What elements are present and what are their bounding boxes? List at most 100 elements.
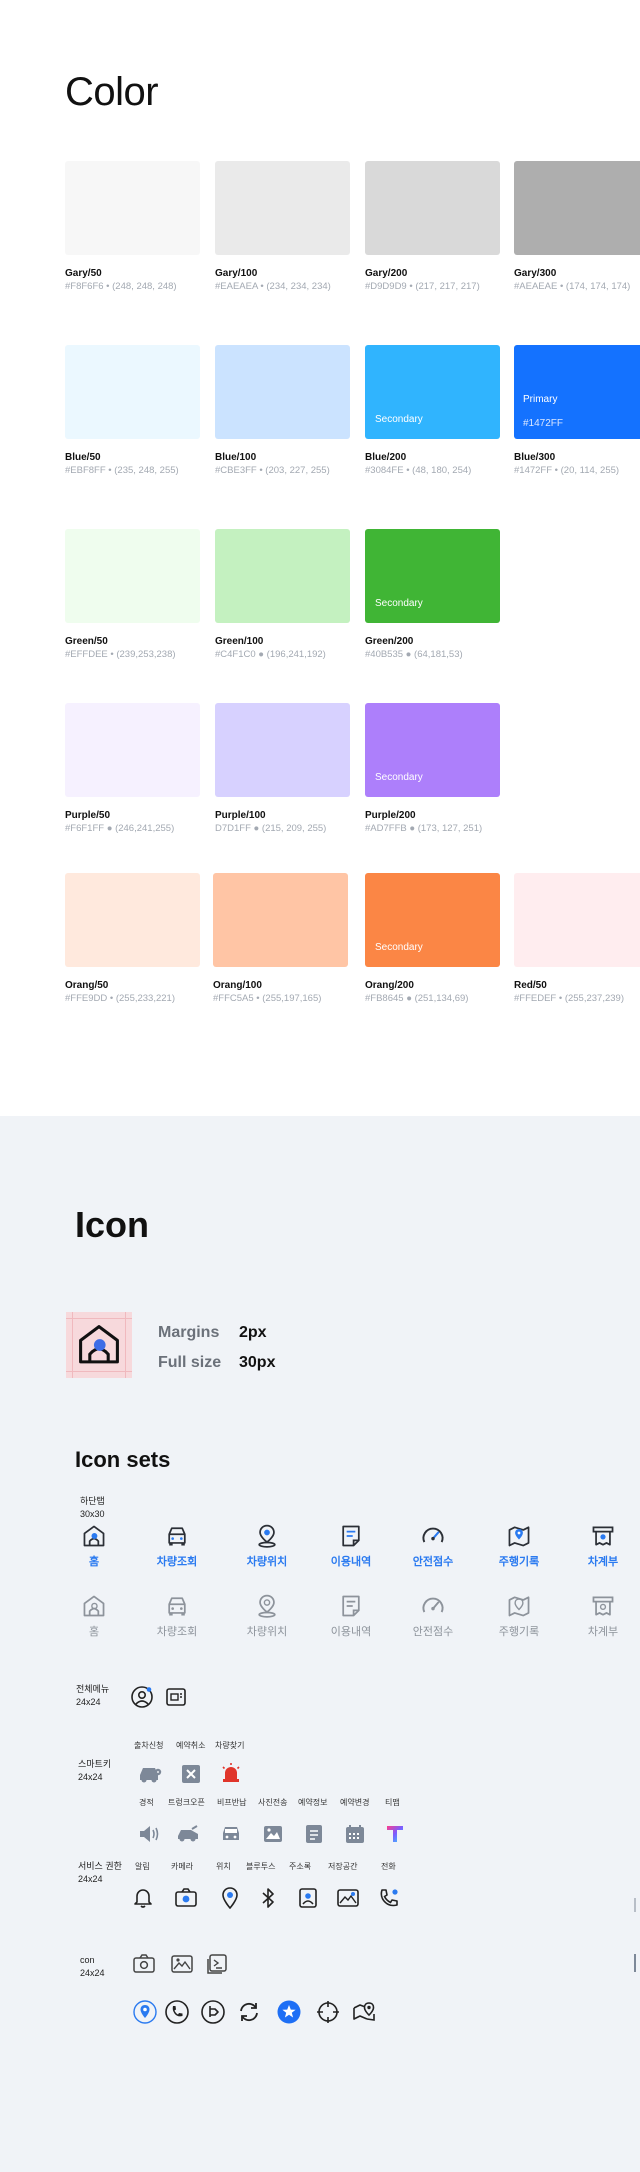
smart-key-label-cancel: 예약취소 <box>176 1741 206 1750</box>
swatch-box <box>65 529 200 623</box>
swatch-box <box>65 873 200 967</box>
swatch-inner-label: Secondary <box>375 942 423 953</box>
swatch-meta: #F6F1FF ● (246,241,255) <box>65 823 175 834</box>
service-label-camera: 카메라 <box>171 1862 194 1871</box>
swatch-box: Primary #1472FF <box>514 345 640 439</box>
swatch-box <box>365 161 500 255</box>
swatch-name: Purple/200 <box>365 810 416 821</box>
trunk-open-icon[interactable] <box>175 1822 201 1846</box>
location-icon[interactable] <box>218 1886 242 1910</box>
swatch-name: Orang/50 <box>65 980 109 991</box>
horn-icon[interactable] <box>137 1822 161 1846</box>
license-card-icon[interactable] <box>163 1684 189 1710</box>
fullsize-value: 30px <box>239 1354 276 1371</box>
history-icon <box>342 1525 360 1547</box>
swatch-orang-100: Orang/100 #FFC5A5 • (255,197,165) <box>213 873 348 1004</box>
swatch-box <box>65 345 200 439</box>
tab-safety-score[interactable]: 안전점수 <box>398 1593 468 1639</box>
swatch-meta: #C4F1C0 ● (196,241,192) <box>215 649 326 660</box>
bell-icon[interactable] <box>131 1886 155 1910</box>
camera-icon[interactable] <box>174 1886 198 1910</box>
swatch-box <box>65 161 200 255</box>
car-location-icon <box>258 1594 276 1618</box>
swatch-meta: #AEAEAE • (174, 174, 174) <box>514 281 631 292</box>
phone-icon[interactable] <box>377 1886 401 1910</box>
swatch-green-50: Green/50 #EFFDEE • (239,253,238) <box>65 529 200 660</box>
profile-icon[interactable] <box>129 1684 155 1710</box>
tmap-icon[interactable] <box>383 1822 407 1846</box>
swatch-green-100: Green/100 #C4F1C0 ● (196,241,192) <box>215 529 350 660</box>
tab-car-ledger[interactable]: 차계부 <box>568 1593 638 1639</box>
tab-home-active[interactable]: 홈 <box>59 1523 129 1569</box>
gauge-icon <box>422 1527 444 1543</box>
swatch-meta: #EAEAEA • (234, 234, 234) <box>215 281 331 292</box>
tab-car-ledger-active[interactable]: 차계부 <box>568 1523 638 1569</box>
swatch-name: Blue/100 <box>215 452 257 463</box>
car-return-icon[interactable] <box>219 1822 243 1846</box>
icon-spec-frame <box>66 1312 132 1378</box>
swatch-meta: #FFEDEF • (255,237,239) <box>514 993 624 1004</box>
swatch-box <box>213 873 348 967</box>
swatch-meta: #FFE9DD • (255,233,221) <box>65 993 175 1004</box>
swatch-red-50: Red/50 #FFEDEF • (255,237,239) <box>514 873 640 1004</box>
refresh-icon[interactable] <box>236 1999 262 2025</box>
service-label-notification: 알림 <box>135 1862 150 1871</box>
swatch-box: Secondary <box>365 345 500 439</box>
swatch-box <box>514 873 640 967</box>
navigation-circle-icon[interactable] <box>200 1999 226 2025</box>
alarm-light-icon[interactable] <box>219 1761 243 1785</box>
icon-sets-title: Icon sets <box>75 1447 171 1472</box>
smart-key-label-return: 비프반납 <box>217 1798 247 1807</box>
tab-car-search-active[interactable]: 차량조회 <box>142 1523 212 1569</box>
car-location-icon <box>258 1524 276 1548</box>
receipt-icon <box>592 1526 614 1546</box>
phone-circle-icon[interactable] <box>164 1999 190 2025</box>
map-location-icon[interactable] <box>351 1999 377 2025</box>
bluetooth-icon[interactable] <box>256 1886 280 1910</box>
swatch-name: Orang/200 <box>365 980 414 991</box>
swatch-inner-label: Primary <box>523 394 558 405</box>
swatch-meta: #EBF8FF • (235, 248, 255) <box>65 465 179 476</box>
smart-key-label: 스마트키 24x24 <box>78 1759 112 1782</box>
reservation-info-icon[interactable] <box>302 1822 326 1846</box>
tab-car-location[interactable]: 차량위치 <box>232 1593 302 1639</box>
service-label-contacts: 주소록 <box>289 1862 312 1871</box>
smart-key-label-photo: 사진전송 <box>258 1798 288 1807</box>
reservation-cancel-icon[interactable] <box>179 1762 203 1786</box>
location-circle-icon[interactable] <box>132 1999 158 2025</box>
tab-safety-score-active[interactable]: 안전점수 <box>398 1523 468 1569</box>
gallery-edit-icon[interactable] <box>205 1952 229 1976</box>
contacts-icon[interactable] <box>296 1886 320 1910</box>
swatch-inner-hex: #1472FF <box>523 418 564 429</box>
crosshair-icon[interactable] <box>315 1999 341 2025</box>
smart-key-label-find-car: 차량찾기 <box>215 1741 245 1750</box>
service-label-location: 위치 <box>216 1862 231 1871</box>
swatch-name: Orang/100 <box>213 980 262 991</box>
tab-car-location-active[interactable]: 차량위치 <box>232 1523 302 1569</box>
image-outline-icon[interactable] <box>170 1952 194 1976</box>
swatch-box <box>65 703 200 797</box>
receipt-icon <box>592 1596 614 1616</box>
storage-icon[interactable] <box>336 1886 360 1910</box>
swatch-meta: #1472FF • (20, 114, 255) <box>514 465 620 476</box>
swatch-meta: D7D1FF ● (215, 209, 255) <box>215 823 327 834</box>
tab-home[interactable]: 홈 <box>59 1593 129 1639</box>
car-icon <box>168 1597 186 1616</box>
history-icon <box>342 1595 360 1617</box>
tab-history[interactable]: 이용내역 <box>316 1593 386 1639</box>
photo-send-icon[interactable] <box>261 1822 285 1846</box>
star-circle-icon[interactable] <box>276 1999 302 2025</box>
swatch-blue-300: Primary #1472FF Blue/300 #1472FF • (20, … <box>514 345 640 476</box>
car-request-icon[interactable] <box>137 1762 163 1786</box>
tab-drive-log[interactable]: 주행기록 <box>484 1593 554 1639</box>
camera-outline-icon[interactable] <box>132 1952 156 1976</box>
smart-key-label-reservation-info: 예약정보 <box>298 1798 328 1807</box>
swatch-name: Green/200 <box>365 636 414 647</box>
tab-history-active[interactable]: 이용내역 <box>316 1523 386 1569</box>
swatch-name: Gary/300 <box>514 268 557 279</box>
swatch-name: Blue/300 <box>514 452 556 463</box>
calendar-change-icon[interactable] <box>343 1822 367 1846</box>
tab-drive-log-active[interactable]: 주행기록 <box>484 1523 554 1569</box>
tab-car-search[interactable]: 차량조회 <box>142 1593 212 1639</box>
swatch-orang-50: Orang/50 #FFE9DD • (255,233,221) <box>65 873 200 1004</box>
